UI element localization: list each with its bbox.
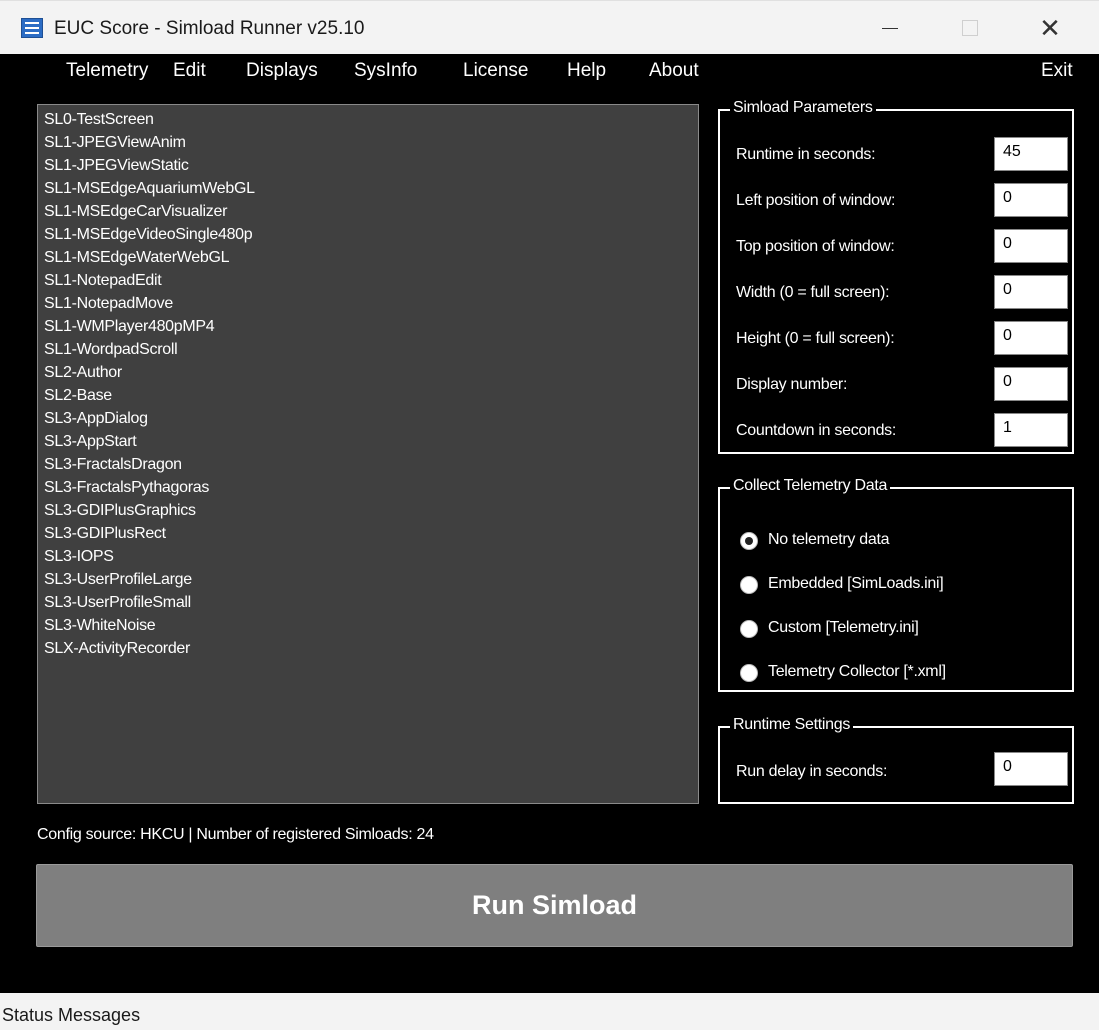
list-item[interactable]: SL2-Base: [44, 387, 112, 405]
radio-telemetry-collector[interactable]: [740, 664, 758, 682]
simload-list[interactable]: SL0-TestScreen SL1-JPEGViewAnim SL1-JPEG…: [37, 104, 699, 804]
runtime-settings-title: Runtime Settings: [730, 716, 854, 734]
display-number-label: Display number:: [736, 376, 848, 393]
run-delay-input[interactable]: 0: [994, 752, 1068, 786]
top-position-input[interactable]: 0: [994, 229, 1068, 263]
list-item[interactable]: SL1-JPEGViewAnim: [44, 134, 186, 152]
simload-parameters-title: Simload Parameters: [730, 99, 876, 117]
telemetry-title: Collect Telemetry Data: [730, 477, 891, 495]
list-item[interactable]: SL1-MSEdgeWaterWebGL: [44, 249, 230, 267]
runtime-settings-group: Runtime Settings Run delay in seconds: 0: [718, 716, 1074, 804]
run-delay-label: Run delay in seconds:: [736, 763, 888, 780]
list-item[interactable]: SL1-JPEGViewStatic: [44, 157, 189, 175]
list-item[interactable]: SL2-Author: [44, 364, 122, 382]
list-item[interactable]: SLX-ActivityRecorder: [44, 640, 190, 658]
radio-custom[interactable]: [740, 620, 758, 638]
minimize-icon: [882, 27, 898, 29]
list-item[interactable]: SL1-NotepadMove: [44, 295, 173, 313]
height-input[interactable]: 0: [994, 321, 1068, 355]
list-item[interactable]: SL3-GDIPlusRect: [44, 525, 166, 543]
left-position-input[interactable]: 0: [994, 183, 1068, 217]
telemetry-collector-label[interactable]: Telemetry Collector [*.xml]: [768, 663, 946, 681]
title-bar[interactable]: EUC Score - Simload Runner v25.10 ✕: [0, 0, 1099, 55]
list-item[interactable]: SL0-TestScreen: [44, 111, 154, 129]
list-item[interactable]: SL1-WordpadScroll: [44, 341, 178, 359]
window-title: EUC Score - Simload Runner v25.10: [54, 18, 365, 39]
list-item[interactable]: SL1-MSEdgeVideoSingle480p: [44, 226, 253, 244]
telemetry-group: Collect Telemetry Data No telemetry data…: [718, 477, 1074, 692]
no-telemetry-label[interactable]: No telemetry data: [768, 531, 889, 549]
runtime-label: Runtime in seconds:: [736, 146, 876, 163]
top-position-label: Top position of window:: [736, 238, 895, 255]
list-item[interactable]: SL3-GDIPlusGraphics: [44, 502, 196, 520]
list-item[interactable]: SL3-IOPS: [44, 548, 114, 566]
left-position-label: Left position of window:: [736, 192, 896, 209]
menu-bar: Telemetry Edit Displays SysInfo License …: [0, 54, 1099, 86]
list-item[interactable]: SL1-WMPlayer480pMP4: [44, 318, 215, 336]
menu-displays[interactable]: Displays: [246, 60, 318, 82]
list-item[interactable]: SL1-NotepadEdit: [44, 272, 162, 290]
countdown-input[interactable]: 1: [994, 413, 1068, 447]
countdown-label: Countdown in seconds:: [736, 422, 897, 439]
menu-license[interactable]: License: [463, 60, 529, 82]
list-item[interactable]: SL3-AppDialog: [44, 410, 148, 428]
run-simload-button[interactable]: Run Simload: [36, 864, 1073, 947]
menu-about[interactable]: About: [649, 60, 699, 82]
runtime-input[interactable]: 45: [994, 137, 1068, 171]
radio-embedded[interactable]: [740, 576, 758, 594]
width-label: Width (0 = full screen):: [736, 284, 890, 301]
menu-edit[interactable]: Edit: [173, 60, 206, 82]
list-item[interactable]: SL3-UserProfileLarge: [44, 571, 192, 589]
simload-parameters-group: Simload Parameters Runtime in seconds: 4…: [718, 99, 1074, 454]
menu-telemetry[interactable]: Telemetry: [66, 60, 148, 82]
embedded-label[interactable]: Embedded [SimLoads.ini]: [768, 575, 944, 593]
list-item[interactable]: SL3-FractalsDragon: [44, 456, 182, 474]
close-icon: ✕: [1039, 12, 1061, 43]
list-item[interactable]: SL1-MSEdgeCarVisualizer: [44, 203, 227, 221]
list-item[interactable]: SL1-MSEdgeAquariumWebGL: [44, 180, 255, 198]
app-window: EUC Score - Simload Runner v25.10 ✕ Tele…: [0, 0, 1099, 1030]
config-source-text: Config source: HKCU | Number of register…: [37, 826, 434, 843]
display-number-input[interactable]: 0: [994, 367, 1068, 401]
custom-label[interactable]: Custom [Telemetry.ini]: [768, 619, 919, 637]
minimize-button[interactable]: [860, 1, 920, 55]
close-button[interactable]: ✕: [1020, 1, 1080, 55]
list-item[interactable]: SL3-WhiteNoise: [44, 617, 156, 635]
status-bar: Status Messages: [0, 993, 1099, 1030]
status-messages: Status Messages: [2, 1005, 141, 1025]
list-item[interactable]: SL3-UserProfileSmall: [44, 594, 191, 612]
list-item[interactable]: SL3-FractalsPythagoras: [44, 479, 209, 497]
maximize-icon: [962, 20, 978, 36]
menu-exit[interactable]: Exit: [1041, 60, 1073, 82]
app-icon: [21, 18, 43, 38]
height-label: Height (0 = full screen):: [736, 330, 895, 347]
menu-sysinfo[interactable]: SysInfo: [354, 60, 417, 82]
width-input[interactable]: 0: [994, 275, 1068, 309]
radio-no-telemetry[interactable]: [740, 532, 758, 550]
maximize-button[interactable]: [940, 1, 1000, 55]
menu-help[interactable]: Help: [567, 60, 606, 82]
list-item[interactable]: SL3-AppStart: [44, 433, 137, 451]
